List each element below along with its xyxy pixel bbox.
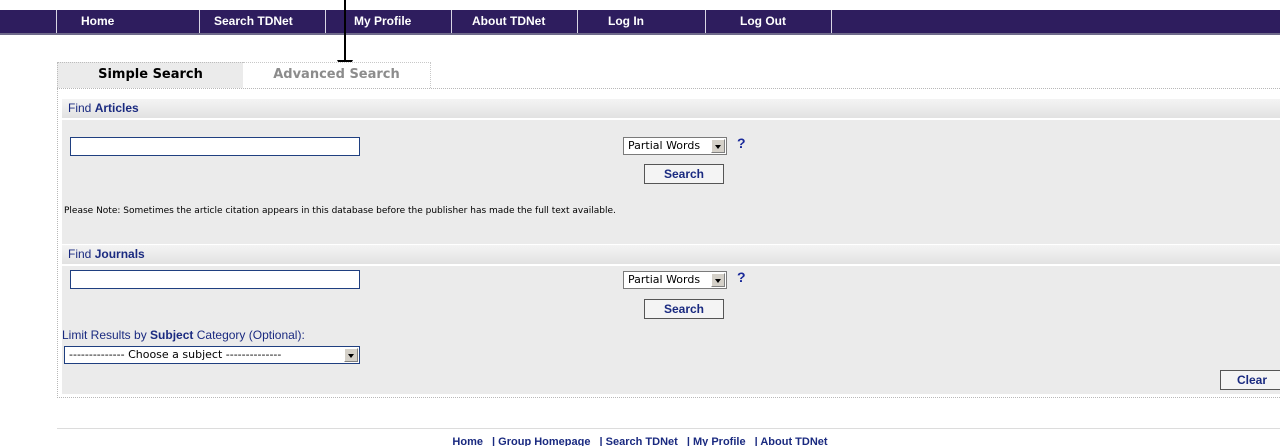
article-availability-note: Please Note: Sometimes the article citat… <box>64 206 616 216</box>
limit-suffix: Category (Optional): <box>196 328 305 342</box>
nav-about-tdnet[interactable]: About TDNet <box>452 10 578 33</box>
find-journals-header: Find Journals <box>62 245 1280 264</box>
journal-match-select[interactable]: Partial Words <box>623 271 727 289</box>
find-articles-prefix: Find <box>68 101 92 115</box>
article-match-select[interactable]: Partial Words <box>623 137 727 155</box>
subject-select-value: -------------- Choose a subject --------… <box>69 348 282 361</box>
limit-prefix: Limit Results by <box>62 328 147 342</box>
journal-search-button[interactable]: Search <box>644 299 724 319</box>
footer-link-my-profile[interactable]: | My Profile <box>687 436 746 446</box>
find-articles-bold: Articles <box>94 101 139 115</box>
footer-link-home[interactable]: Home <box>452 436 483 446</box>
journal-help-icon[interactable]: ? <box>737 269 746 285</box>
tab-simple-search[interactable]: Simple Search <box>57 62 243 88</box>
article-match-select-value: Partial Words <box>628 139 701 152</box>
article-search-button[interactable]: Search <box>644 164 724 184</box>
nav-spacer-left <box>0 10 57 33</box>
subject-select[interactable]: -------------- Choose a subject --------… <box>64 346 360 364</box>
journal-search-input[interactable] <box>70 270 360 289</box>
footer-link-group-homepage[interactable]: | Group Homepage <box>492 436 590 446</box>
footer-divider <box>57 428 1280 429</box>
limit-subject-label: Limit Results by Subject Category (Optio… <box>62 328 305 342</box>
find-journals-prefix: Find <box>68 247 92 261</box>
nav-log-out[interactable]: Log Out <box>706 10 832 33</box>
chevron-down-icon <box>711 273 725 287</box>
search-panel: Find Articles Partial Words ? Search Ple… <box>57 88 1280 398</box>
journal-match-select-value: Partial Words <box>628 273 701 286</box>
article-help-icon[interactable]: ? <box>737 135 746 151</box>
find-journals-body: Partial Words ? Search Limit Results by … <box>62 266 1280 394</box>
footer-link-search-tdnet[interactable]: | Search TDNet <box>600 436 678 446</box>
clear-button[interactable]: Clear <box>1220 370 1280 390</box>
find-articles-header: Find Articles <box>62 99 1280 118</box>
top-navigation-bar: Home Search TDNet My Profile About TDNet… <box>0 10 1280 35</box>
footer-link-about-tdnet[interactable]: | About TDNet <box>755 436 828 446</box>
footer-links: Home | Group Homepage | Search TDNet | M… <box>0 436 1280 446</box>
nav-search-tdnet[interactable]: Search TDNet <box>200 10 326 33</box>
nav-log-in[interactable]: Log In <box>578 10 706 33</box>
find-articles-body: Partial Words ? Search Please Note: Some… <box>62 120 1280 244</box>
chevron-down-icon <box>711 139 725 153</box>
tab-advanced-search[interactable]: Advanced Search <box>243 62 431 88</box>
chevron-down-icon <box>344 348 358 362</box>
find-journals-bold: Journals <box>94 247 145 261</box>
annotation-arrow-shaft <box>344 0 346 66</box>
nav-home[interactable]: Home <box>57 10 200 33</box>
article-search-input[interactable] <box>70 137 360 156</box>
limit-bold: Subject <box>150 328 194 342</box>
